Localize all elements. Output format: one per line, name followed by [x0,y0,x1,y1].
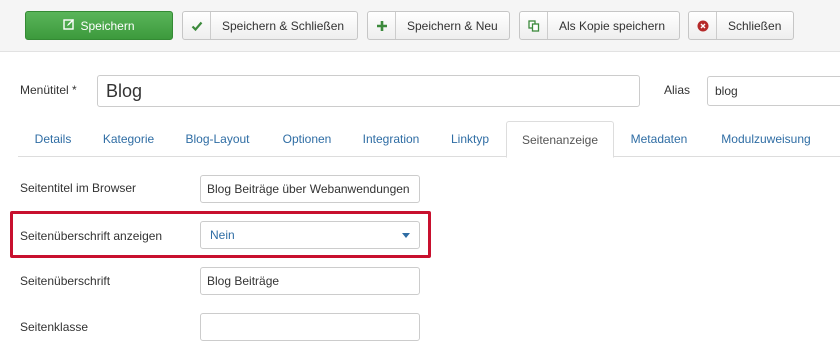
browser-title-label: Seitentitel im Browser [20,181,137,195]
save-copy-button-label: Als Kopie speichern [559,18,666,33]
save-new-button[interactable]: Speichern & Neu [367,11,510,40]
title-label: Menütitel * [20,83,77,97]
save-close-button[interactable]: Speichern & Schließen [182,11,358,40]
copy-icon [520,12,548,39]
save-close-button-label: Speichern & Schließen [222,18,345,33]
tab-details[interactable]: Details [18,121,88,157]
save-button[interactable]: Speichern [25,11,173,40]
save-button-label: Speichern [80,18,135,33]
caret-down-icon [402,232,410,238]
save-new-button-label: Speichern & Neu [407,18,498,33]
show-heading-label: Seitenüberschrift anzeigen [20,229,163,243]
browser-title-input[interactable]: Blog Beiträge über Webanwendungen [200,175,420,203]
heading-label: Seitenüberschrift [20,274,111,288]
show-heading-value: Nein [210,228,235,242]
title-input[interactable]: Blog [97,75,640,107]
tab-bar: Details Kategorie Blog-Layout Optionen I… [18,121,840,158]
tab-blog-layout[interactable]: Blog-Layout [169,121,266,157]
close-icon [689,12,717,39]
page-class-input[interactable] [200,313,420,341]
page-class-label: Seitenklasse [20,320,89,334]
plus-icon [368,12,396,39]
alias-label: Alias [664,83,691,97]
toolbar: Speichern Speichern & Schließen Speicher… [0,0,840,52]
tab-integration[interactable]: Integration [348,121,434,157]
close-button[interactable]: Schließen [688,11,794,40]
tab-module-assignment[interactable]: Modulzuweisung [704,121,828,157]
tab-metadata[interactable]: Metadaten [614,121,704,157]
edit-icon [63,18,75,33]
tab-options[interactable]: Optionen [266,121,348,157]
tab-category[interactable]: Kategorie [88,121,169,157]
tab-link-type[interactable]: Linktyp [434,121,506,157]
tab-page-display[interactable]: Seitenanzeige [506,121,614,158]
checkmark-icon [183,12,211,39]
save-copy-button[interactable]: Als Kopie speichern [519,11,680,40]
close-button-label: Schließen [728,18,782,33]
heading-input[interactable]: Blog Beiträge [200,267,420,295]
show-heading-select[interactable]: Nein [200,221,420,249]
alias-input[interactable]: blog [707,76,840,106]
